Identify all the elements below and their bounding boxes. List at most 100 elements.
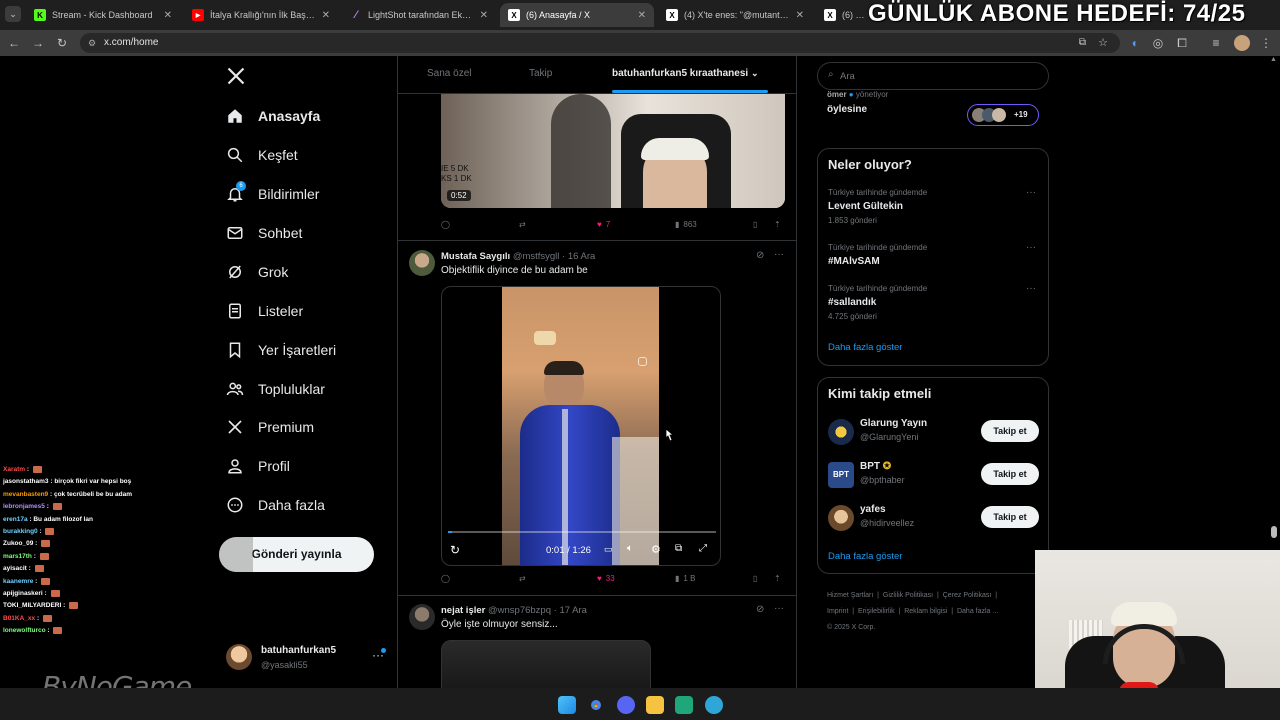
pip-icon[interactable]: ⧉ <box>675 543 682 554</box>
footer-link[interactable]: Hizmet Şartları <box>827 592 873 599</box>
footer-link[interactable]: Gizlilik Politikası <box>883 592 933 599</box>
captions-icon[interactable]: ▭ <box>604 544 613 555</box>
close-icon[interactable]: ✕ <box>796 10 804 21</box>
nav-profile[interactable]: Profil <box>226 451 290 481</box>
address-bar[interactable]: ⚙ x.com/home ⧉ ☆ <box>80 33 1120 53</box>
follow-button[interactable]: Takip et <box>981 463 1039 485</box>
grok-icon[interactable]: ⊘ <box>756 604 764 615</box>
site-info-icon[interactable]: ⚙ <box>88 33 96 53</box>
browser-tab[interactable]: X (6) X'te e <box>816 3 876 27</box>
reply-button[interactable]: ◯ <box>441 574 450 583</box>
author-handle[interactable]: @wnsp76bzpq <box>488 605 551 616</box>
footer-link[interactable]: Daha fazla ... <box>957 608 998 615</box>
forward-arrow-icon[interactable]: → <box>30 35 46 51</box>
x-logo-icon[interactable] <box>226 66 246 86</box>
share-button[interactable]: ⇡ <box>774 220 781 229</box>
back-arrow-icon[interactable]: ← <box>6 35 22 51</box>
author-handle[interactable]: @mstfsygll <box>513 251 560 262</box>
nav-messages[interactable]: Sohbet <box>226 218 302 248</box>
extension-icon[interactable]: ◎ <box>1150 35 1166 51</box>
close-icon[interactable]: ✕ <box>480 10 488 21</box>
repost-button[interactable]: ⇄ <box>519 574 526 583</box>
windows-start-icon[interactable] <box>558 696 576 714</box>
repost-button[interactable]: ⇄ <box>519 220 526 229</box>
nav-notifications[interactable]: 6 Bildirimler <box>226 179 319 209</box>
tab-following[interactable]: Takip <box>529 68 552 79</box>
browser-tab[interactable]: K Stream - Kick Dashboard ✕ <box>26 3 180 27</box>
trend-item[interactable]: Türkiye tarihinde gündemde ··· Levent Gü… <box>818 183 1048 227</box>
puzzle-icon[interactable]: ⧠ <box>1174 35 1190 51</box>
progress-bar[interactable] <box>448 531 716 533</box>
discord-icon[interactable] <box>617 696 635 714</box>
reply-button[interactable]: ◯ <box>441 220 450 229</box>
like-button[interactable]: ♥ 33 <box>597 574 615 583</box>
globe-icon[interactable] <box>705 696 723 714</box>
nav-lists[interactable]: Listeler <box>226 296 303 326</box>
post-3-avatar[interactable] <box>409 604 435 630</box>
show-more-link[interactable]: Daha fazla göster <box>828 342 902 353</box>
share-button[interactable]: ⇡ <box>774 574 781 583</box>
suggestion-row[interactable]: Glarung Yayın @GlarungYeni Takip et <box>818 416 1048 450</box>
search-box[interactable]: ⌕ Ara <box>817 62 1049 90</box>
tab-for-you[interactable]: Sana özel <box>427 68 471 79</box>
footer-link[interactable]: Erişilebilirlik <box>858 608 895 615</box>
more-dots-icon[interactable]: ··· <box>1026 187 1036 198</box>
author-name[interactable]: nejat işler <box>441 605 485 616</box>
extension-icon[interactable]: ◖ <box>1126 35 1142 51</box>
replay-icon[interactable]: ↻ <box>450 543 460 557</box>
show-more-link[interactable]: Daha fazla göster <box>828 551 902 562</box>
grok-icon[interactable]: ⊘ <box>756 250 764 261</box>
post-2-avatar[interactable] <box>409 250 435 276</box>
more-dots-icon[interactable]: ··· <box>774 249 784 260</box>
nav-bookmarks[interactable]: Yer İşaretleri <box>226 335 336 365</box>
fullscreen-icon[interactable]: ⤢ <box>699 543 707 554</box>
close-icon[interactable]: ✕ <box>322 10 330 21</box>
author-name[interactable]: Mustafa Saygılı <box>441 251 510 262</box>
nav-explore[interactable]: Keşfet <box>226 140 298 170</box>
bookmark-button[interactable]: ▯ <box>753 574 757 583</box>
scroll-up-icon[interactable]: ▲ <box>1270 56 1277 63</box>
nav-grok[interactable]: Grok <box>226 257 288 287</box>
scroll-thumb[interactable] <box>1271 526 1277 538</box>
follow-button[interactable]: Takip et <box>981 420 1039 442</box>
account-switcher[interactable]: batuhanfurkan5 @yasakli55 ··· <box>226 642 388 676</box>
browser-tab[interactable]: ⁄ LightShot tarafından Ekran Görü ✕ <box>342 3 496 27</box>
tab-search-button[interactable]: ⌄ <box>5 6 21 22</box>
star-icon[interactable]: ☆ <box>1098 33 1108 53</box>
close-icon[interactable]: ✕ <box>638 10 646 21</box>
follow-button[interactable]: Takip et <box>981 506 1039 528</box>
browser-tab-active[interactable]: X (6) Anasayfa / X ✕ <box>500 3 654 27</box>
footer-link[interactable]: Imprint <box>827 608 848 615</box>
volume-icon[interactable]: 🔈︎ <box>627 543 633 554</box>
nav-communities[interactable]: Topluluklar <box>226 374 325 404</box>
trend-item[interactable]: Türkiye tarihinde gündemde ··· #MAlvSAM <box>818 238 1048 274</box>
post-2-video[interactable]: ↻ 0:01 / 1:26 ▭ 🔈︎ ⚙ ⧉ ⤢ <box>441 286 721 566</box>
suggestion-row[interactable]: BPT BPT ✪ @bpthaber Takip et <box>818 459 1048 493</box>
tab-community[interactable]: batuhanfurkan5 kıraathanesi ⌄ <box>612 68 758 79</box>
post-1-video[interactable]: IE 5 DK KS 1 DK 0:52 <box>441 94 785 208</box>
bookmark-button[interactable]: ▯ <box>753 220 757 229</box>
more-dots-icon[interactable]: ··· <box>774 603 784 614</box>
footer-link[interactable]: Reklam bilgisi <box>904 608 947 615</box>
chrome-icon[interactable] <box>587 696 605 714</box>
nav-premium[interactable]: Premium <box>226 412 314 442</box>
nav-more[interactable]: Daha fazla <box>226 490 325 520</box>
footer-link[interactable]: Çerez Politikası <box>943 592 992 599</box>
community-card[interactable]: ömer ● yönetiyor öylesine +19 <box>817 90 1049 136</box>
reload-icon[interactable]: ↻ <box>54 35 70 51</box>
app-icon[interactable] <box>675 696 693 714</box>
suggestion-row[interactable]: yafes @hidirveellez Takip et <box>818 502 1048 536</box>
profile-avatar[interactable] <box>1234 35 1250 51</box>
menu-dots-icon[interactable]: ⋮ <box>1258 35 1274 51</box>
post-date[interactable]: 16 Ara <box>568 251 595 262</box>
settings-gear-icon[interactable]: ⚙ <box>651 543 661 556</box>
folder-icon[interactable] <box>646 696 664 714</box>
like-button[interactable]: ♥ 7 <box>597 220 610 229</box>
media-icon[interactable]: ≡ <box>1208 35 1224 51</box>
views-button[interactable]: ▮ 863 <box>675 220 697 229</box>
views-button[interactable]: ▮ 1 B <box>675 574 695 583</box>
post-3-media[interactable] <box>441 640 651 688</box>
browser-tab[interactable]: X (4) X'te enes: "@mutantsertac h ✕ <box>658 3 812 27</box>
install-icon[interactable]: ⧉ <box>1079 33 1086 53</box>
more-dots-icon[interactable]: ··· <box>1026 283 1036 294</box>
